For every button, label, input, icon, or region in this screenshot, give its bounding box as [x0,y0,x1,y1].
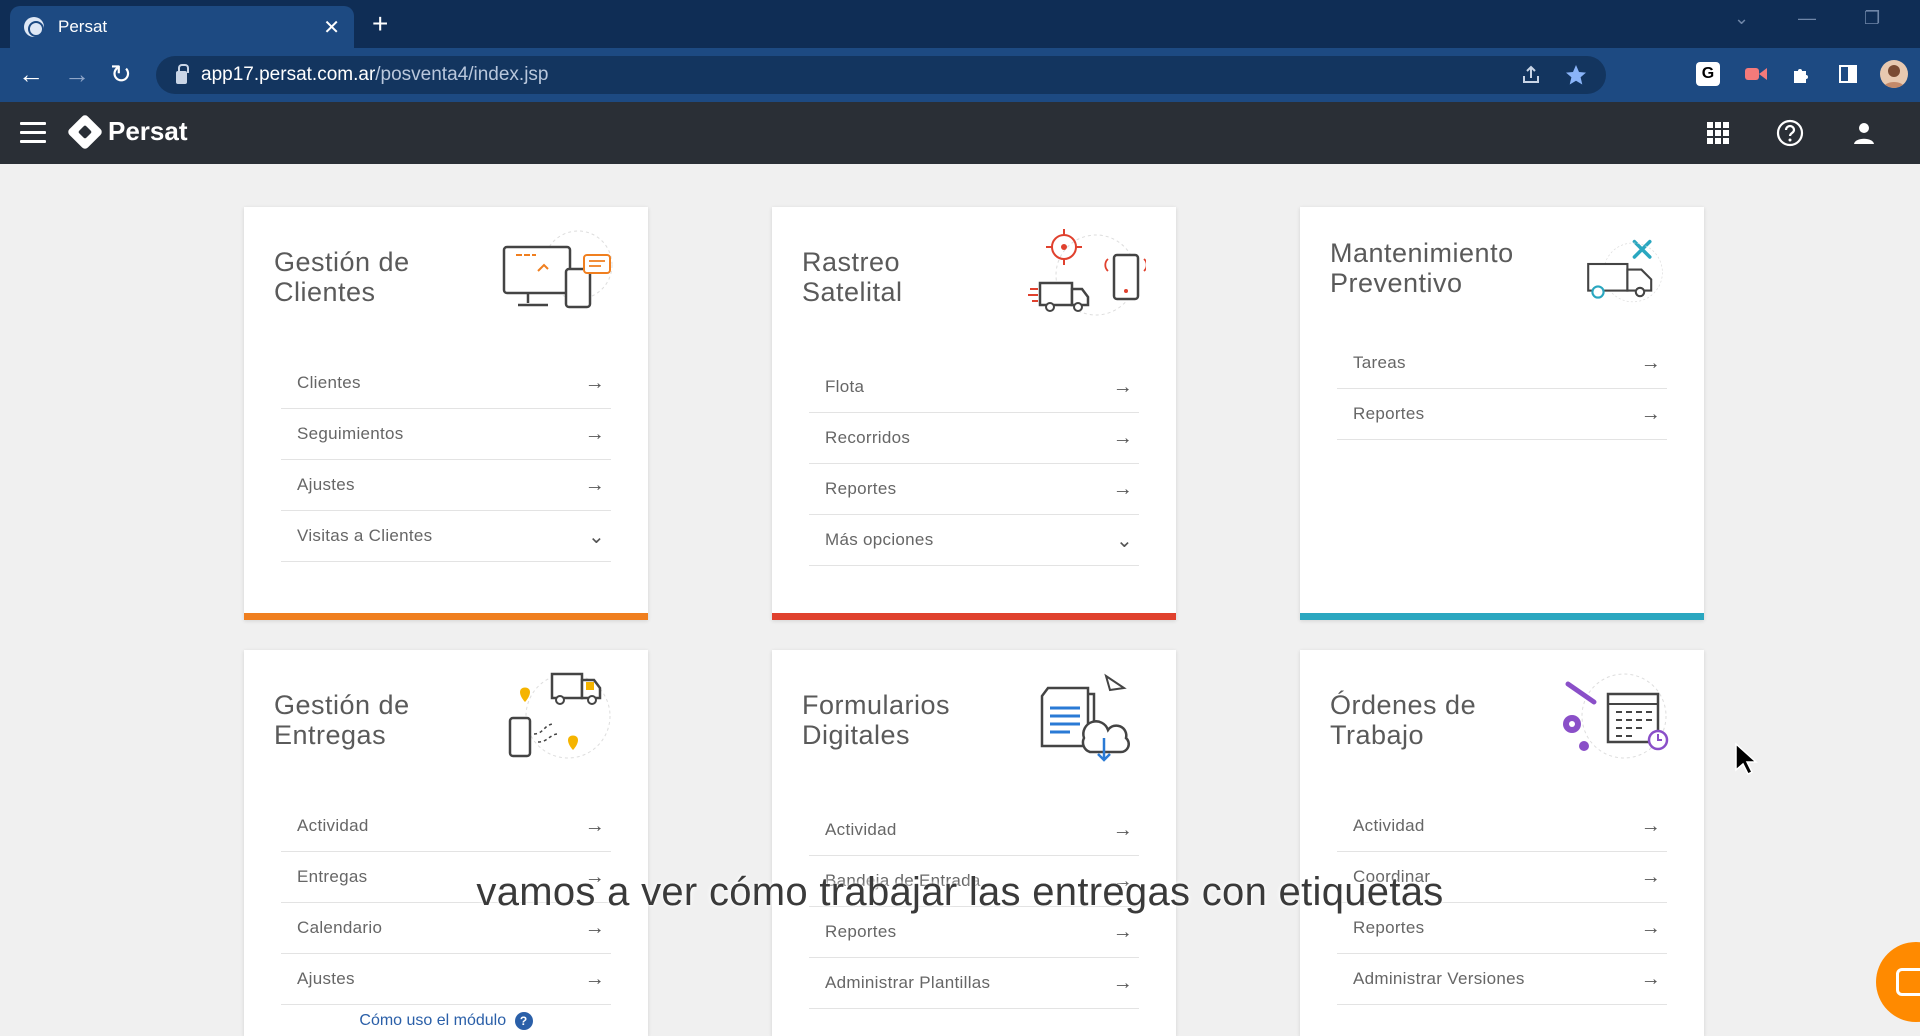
card-title: Rastreo Satelital [802,247,903,307]
puzzle-extensions-icon[interactable] [1788,60,1816,88]
close-tab-icon[interactable]: ✕ [323,15,340,40]
apps-grid-icon[interactable] [1704,119,1732,147]
card-accent-bar [244,613,648,620]
maintenance-truck-illustration-icon [1587,239,1663,303]
card-accent-bar [1300,613,1704,620]
arrow-right-icon: → [1640,351,1661,374]
menu-item-seguimientos[interactable]: Seguimientos → [281,409,611,460]
card-menu: Tareas → Reportes → [1337,338,1667,440]
chevron-down-icon: ⌄ [587,525,605,548]
card-mantenimiento-preventivo: Mantenimiento Preventivo Tareas → Reporte… [1300,207,1704,620]
work-orders-illustration-icon [1563,673,1669,759]
menu-item-actividad[interactable]: Actividad → [809,805,1139,856]
tab-title: Persat [58,17,108,36]
menu-item-recorridos[interactable]: Recorridos → [809,413,1139,464]
restore-button[interactable]: ❐ [1864,8,1880,29]
persat-logo-mark [66,113,104,150]
card-accent-bar [772,613,1176,620]
arrow-right-icon: → [1640,967,1661,990]
tab-search-chevron-icon[interactable]: ⌄ [1734,8,1749,29]
url-path: /posventa4/index.jsp [375,64,549,85]
arrow-right-icon: → [584,967,605,990]
card-rastreo-satelital: Rastreo Satelital Flota → Recorridos → Rep… [772,207,1176,620]
arrow-right-icon: → [584,814,605,837]
card-title: Mantenimiento Preventivo [1330,238,1514,298]
brand-name: Persat [108,116,188,146]
card-title: Formularios Digitales [802,690,951,750]
card-menu: Clientes → Seguimientos → Ajustes → Visitas… [281,358,611,562]
card-formularios-digitales: Formularios Digitales Actividad → Bandeja… [772,650,1176,1036]
delivery-illustration-icon [508,672,611,759]
video-subtitle: vamos a ver cómo trabajar las entregas c… [476,870,1444,914]
browser-tab-strip: Persat ✕ + ⌄ — ❐ [0,0,1920,48]
menu-item-ajustes[interactable]: Ajustes → [281,954,611,1005]
browser-toolbar: ← → ↻ app17.persat.com.ar/posventa4/inde… [0,48,1920,102]
digital-forms-illustration-icon [1040,673,1130,762]
profile-avatar[interactable] [1880,60,1908,88]
address-bar[interactable]: app17.persat.com.ar/posventa4/index.jsp [156,56,1606,94]
forward-button[interactable]: → [64,60,90,88]
arrow-right-icon: → [1112,477,1133,500]
card-gestion-clientes: Gestión de Clientes Clientes → Seguimient… [244,207,648,620]
arrow-right-icon: → [584,371,605,394]
menu-item-tareas[interactable]: Tareas → [1337,338,1667,389]
menu-item-actividad[interactable]: Actividad → [281,801,611,852]
arrow-right-icon: → [1640,814,1661,837]
card-gestion-entregas: Gestión de Entregas Actividad → Entregas →… [244,650,648,1036]
menu-item-flota[interactable]: Flota → [809,362,1139,413]
share-icon[interactable] [1520,64,1542,92]
chat-bubble-icon[interactable] [1876,942,1920,1022]
card-title: Gestión de Entregas [274,690,410,750]
lock-icon [176,63,189,84]
menu-item-mas-opciones[interactable]: Más opciones ⌄ [809,515,1139,566]
menu-item-ajustes[interactable]: Ajustes → [281,460,611,511]
arrow-right-icon: → [1112,920,1133,943]
screencast-extension-icon[interactable] [1742,60,1770,88]
card-ordenes-de-trabajo: Órdenes de Trabajo Actividad → Coordinar →… [1300,650,1704,1036]
url-host: app17.persat.com.ar [201,64,376,85]
arrow-right-icon: → [1112,426,1133,449]
menu-item-visitas-a-clientes[interactable]: Visitas a Clientes ⌄ [281,511,611,562]
question-mark-icon: ? [514,1012,533,1030]
reload-button[interactable]: ↻ [110,60,132,88]
user-account-icon[interactable] [1850,119,1878,147]
computer-devices-illustration-icon [502,230,613,309]
chevron-down-icon: ⌄ [1115,529,1133,552]
arrow-right-icon: → [584,422,605,445]
arrow-right-icon: → [1112,971,1133,994]
app-header: Persat [0,102,1920,164]
satellite-truck-illustration-icon [1028,229,1146,316]
help-icon[interactable] [1776,119,1804,147]
sidepanel-icon[interactable] [1834,60,1862,88]
card-title: Gestión de Clientes [274,247,410,307]
menu-item-administrar-plantillas[interactable]: Administrar Plantillas → [809,958,1139,1009]
card-title: Órdenes de Trabajo [1330,690,1477,750]
arrow-right-icon: → [584,473,605,496]
arrow-right-icon: → [1112,375,1133,398]
menu-item-actividad[interactable]: Actividad → [1337,801,1667,852]
how-to-use-module-link[interactable]: Cómo uso el módulo ? [244,1012,648,1030]
menu-item-clientes[interactable]: Clientes → [281,358,611,409]
bookmark-star-icon[interactable] [1564,63,1588,93]
menu-item-reportes[interactable]: Reportes → [809,464,1139,515]
menu-item-administrar-versiones[interactable]: Administrar Versiones → [1337,954,1667,1005]
browser-tab[interactable]: Persat ✕ [10,6,354,48]
globe-icon [24,17,44,37]
persat-logo[interactable]: Persat [66,113,188,150]
arrow-right-icon: → [1640,402,1661,425]
mouse-cursor-icon [1735,742,1758,776]
new-tab-button[interactable]: + [372,8,388,40]
arrow-right-icon: → [584,916,605,939]
back-button[interactable]: ← [18,60,44,88]
grammarly-extension-icon[interactable]: G [1696,62,1720,86]
card-menu: Flota → Recorridos → Reportes → Más opcione… [809,362,1139,566]
arrow-right-icon: → [1112,818,1133,841]
arrow-right-icon: → [1640,916,1661,939]
menu-item-reportes[interactable]: Reportes → [1337,389,1667,440]
minimize-button[interactable]: — [1798,8,1816,29]
hamburger-menu-icon[interactable] [20,122,46,144]
